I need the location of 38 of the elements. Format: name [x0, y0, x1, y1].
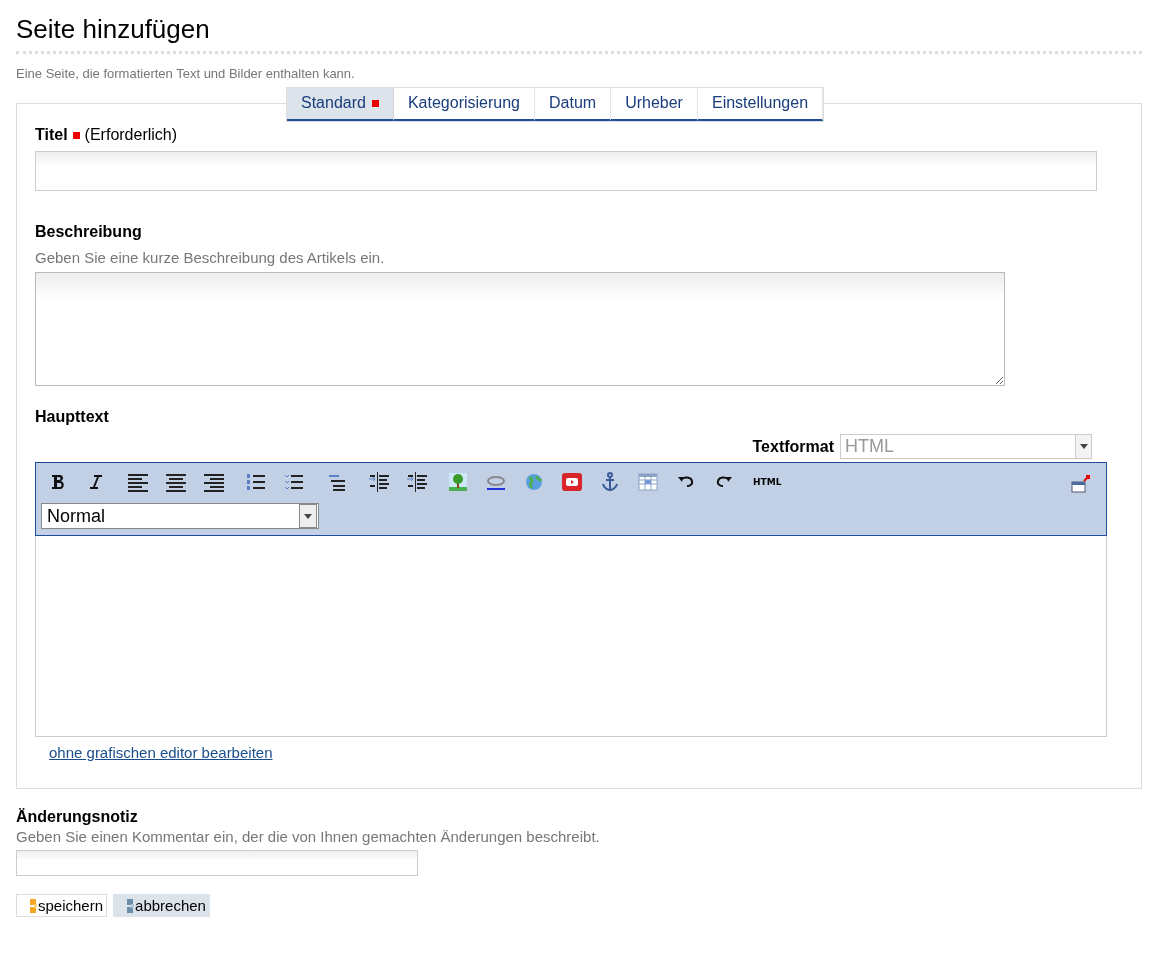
tab[interactable]: Urheber — [611, 88, 698, 121]
caret-icon — [304, 513, 312, 519]
anchor-icon[interactable] — [599, 471, 621, 493]
rich-text-editor[interactable]: HTML Normal — [35, 462, 1107, 737]
align-left-icon[interactable] — [127, 471, 149, 493]
squares-icon — [29, 897, 37, 914]
cancel-button[interactable]: abbrechen — [113, 894, 210, 917]
table-icon[interactable] — [637, 471, 659, 493]
align-right-icon[interactable] — [203, 471, 225, 493]
page-title: Seite hinzufügen — [16, 10, 1142, 54]
title-input[interactable] — [35, 151, 1097, 191]
html-source-button[interactable]: HTML — [751, 471, 784, 493]
tab[interactable]: Standard — [287, 88, 394, 121]
field-label: Beschreibung — [35, 223, 142, 241]
field-label: Titel — [35, 126, 68, 144]
tab[interactable]: Kategorisierung — [393, 88, 535, 121]
maximize-icon[interactable] — [1070, 474, 1092, 494]
tab[interactable]: Einstellungen — [697, 88, 824, 121]
required-note: (Erforderlich) — [84, 126, 178, 144]
field-help: Geben Sie eine kurze Beschreibung des Artikels ein. — [35, 249, 386, 266]
indent-icon[interactable] — [367, 471, 389, 493]
change-note-input[interactable] — [16, 850, 418, 876]
tab[interactable]: Datum — [535, 88, 612, 121]
style-select[interactable]: Normal — [41, 503, 319, 529]
indent-icon[interactable] — [405, 471, 427, 493]
video-icon[interactable] — [561, 471, 583, 493]
save-button[interactable]: speichern — [16, 894, 108, 917]
plain-editor-link[interactable]: ohne grafischen editor bearbeiten — [49, 744, 273, 761]
field-label: Änderungsnotiz — [16, 808, 138, 826]
field-label: Haupttext — [35, 408, 109, 426]
field-help: Geben Sie einen Kommentar ein, der die von Ihnen gemachten Änderungen beschreibt. — [16, 828, 601, 845]
image-icon[interactable] — [447, 471, 469, 493]
caret-icon — [1079, 444, 1088, 449]
squares-icon — [126, 897, 135, 914]
numbered-list-icon[interactable] — [245, 471, 267, 493]
page-description: Eine Seite, die formatierten Text und Bilder enthalten kann. — [16, 66, 356, 81]
align-center-icon[interactable] — [165, 471, 187, 493]
format-label: Textformat — [752, 437, 834, 456]
